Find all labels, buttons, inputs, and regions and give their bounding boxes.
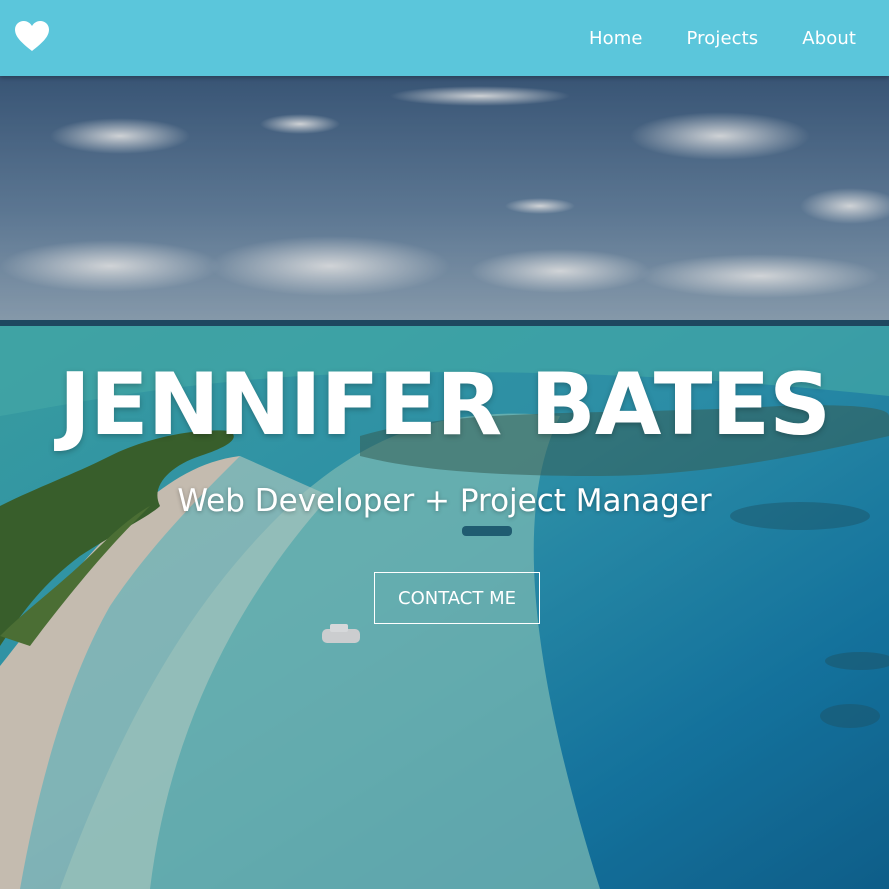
nav-link-about[interactable]: About: [802, 28, 856, 49]
nav-link-home[interactable]: Home: [589, 28, 643, 49]
top-navbar: Home Projects About: [0, 0, 889, 76]
nav-link-projects[interactable]: Projects: [687, 28, 759, 49]
nav-links: Home Projects About: [589, 0, 856, 76]
hero-subtitle: Web Developer + Project Manager: [177, 483, 712, 519]
heart-icon[interactable]: [14, 20, 50, 52]
hero-section: JENNIFER BATES Web Developer + Project M…: [0, 76, 889, 889]
contact-me-button[interactable]: CONTACT ME: [374, 572, 540, 624]
hero-title: JENNIFER BATES: [58, 355, 831, 455]
